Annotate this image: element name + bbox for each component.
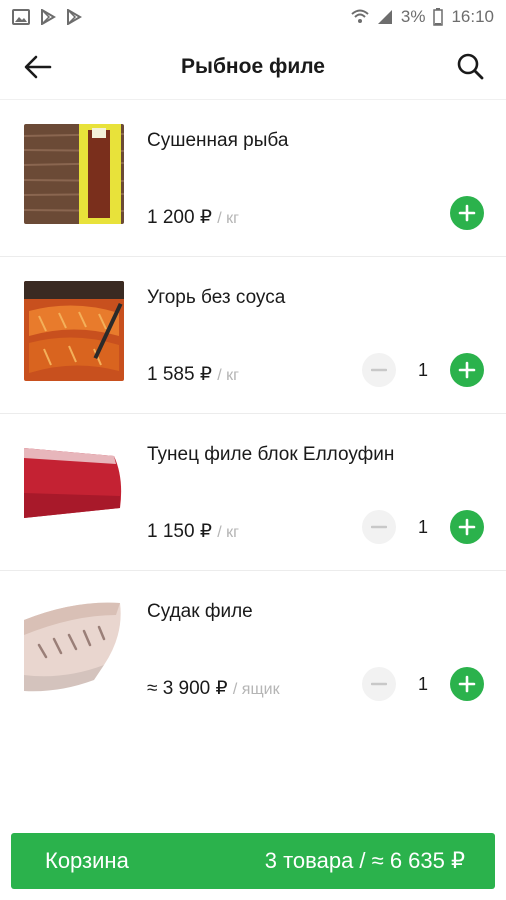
product-item[interactable]: Сушенная рыба 1 200 ₽ / кг (0, 100, 506, 257)
quantity-value: 1 (417, 516, 428, 537)
product-price-row: 1 150 ₽ / кг (147, 520, 239, 543)
arrow-left-icon (24, 55, 52, 79)
cart-label: Корзина (45, 848, 129, 873)
wifi-icon (351, 9, 369, 23)
product-name: Сушенная рыба (147, 130, 289, 151)
product-list: Сушенная рыба 1 200 ₽ / кг Угорь без соу… (0, 100, 506, 728)
remove-button[interactable] (362, 353, 396, 387)
signal-icon (377, 10, 392, 24)
product-price: 1 200 ₽ (147, 207, 212, 228)
product-price-row: ≈ 3 900 ₽ / ящик (147, 677, 280, 700)
quantity-stepper: 1 (362, 353, 484, 387)
plus-icon (458, 675, 476, 693)
product-image-eel (24, 281, 124, 381)
product-name: Тунец филе блок Еллоуфин (147, 444, 395, 465)
add-button[interactable] (450, 353, 484, 387)
status-bar: 3% 16:10 (0, 0, 506, 34)
page-title: Рыбное филе (181, 54, 325, 78)
quantity-value: 1 (417, 673, 428, 694)
product-price: 1 150 ₽ (147, 521, 212, 542)
image-icon (12, 9, 30, 25)
product-unit: / ящик (232, 681, 280, 698)
plus-icon (458, 204, 476, 222)
clock: 16:10 (451, 7, 494, 26)
product-image-tuna (24, 438, 124, 538)
minus-icon (371, 368, 387, 372)
quantity-value: 1 (417, 359, 428, 380)
quantity-stepper: 1 (362, 510, 484, 544)
product-name: Судак филе (147, 601, 253, 622)
product-price-row: 1 200 ₽ / кг (147, 206, 239, 229)
remove-button[interactable] (362, 510, 396, 544)
product-price: ≈ 3 900 ₽ (147, 678, 228, 699)
product-item[interactable]: Угорь без соуса 1 585 ₽ / кг 1 (0, 257, 506, 414)
product-image-zander (24, 595, 124, 695)
product-price: 1 585 ₽ (147, 364, 212, 385)
quantity-stepper: 1 (362, 667, 484, 701)
minus-icon (371, 525, 387, 529)
product-price-row: 1 585 ₽ / кг (147, 363, 239, 386)
cart-summary: 3 товара / ≈ 6 635 ₽ (264, 848, 465, 873)
add-button[interactable] (450, 196, 484, 230)
plus-icon (458, 361, 476, 379)
status-left (12, 9, 82, 25)
battery-percent: 3% (400, 7, 426, 26)
battery-icon (433, 8, 444, 26)
add-button[interactable] (450, 667, 484, 701)
quantity-stepper (450, 196, 484, 230)
plus-icon (458, 518, 476, 536)
cart-button[interactable]: Корзина 3 товара / ≈ 6 635 ₽ (11, 833, 495, 889)
remove-button[interactable] (362, 667, 396, 701)
search-icon (457, 53, 484, 80)
product-image-dried-fish (24, 124, 124, 224)
status-right: 3% 16:10 (351, 7, 494, 27)
app-bar: Рыбное филе (0, 34, 506, 100)
product-name: Угорь без соуса (147, 287, 286, 308)
product-unit: / кг (217, 367, 239, 384)
play-store-icon (67, 9, 82, 25)
product-unit: / кг (217, 524, 239, 541)
product-item[interactable]: Тунец филе блок Еллоуфин 1 150 ₽ / кг 1 (0, 414, 506, 571)
play-store-icon (41, 9, 56, 25)
product-item[interactable]: Судак филе ≈ 3 900 ₽ / ящик 1 (0, 571, 506, 728)
search-button[interactable] (454, 50, 486, 82)
back-button[interactable] (22, 51, 54, 83)
add-button[interactable] (450, 510, 484, 544)
minus-icon (371, 682, 387, 686)
product-unit: / кг (217, 210, 239, 227)
